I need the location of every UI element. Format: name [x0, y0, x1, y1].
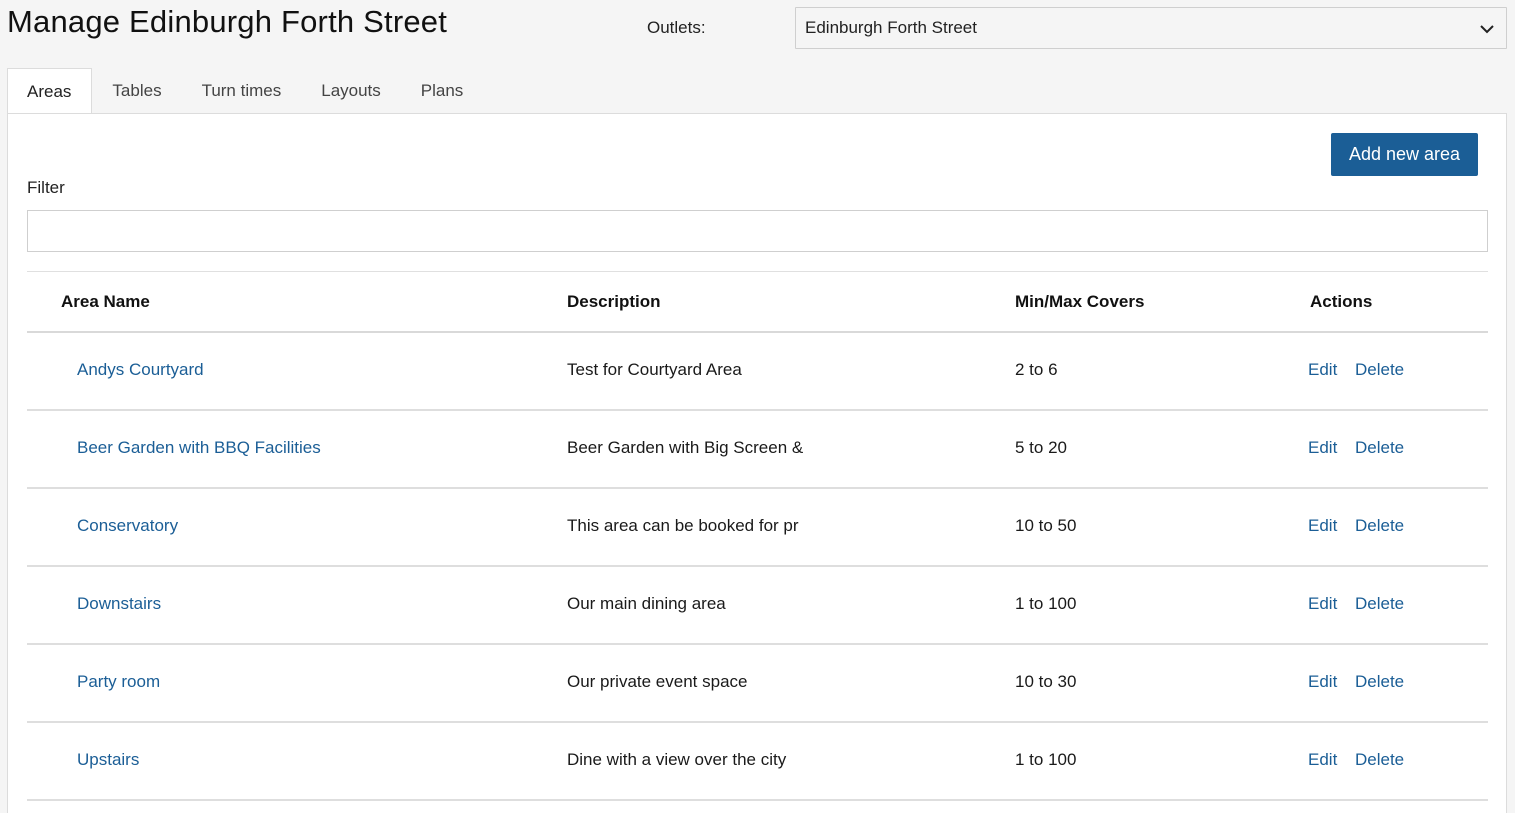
area-covers: 1 to 100: [1015, 750, 1077, 769]
delete-link[interactable]: Delete: [1355, 672, 1404, 692]
filter-label: Filter: [27, 178, 65, 197]
edit-link[interactable]: Edit: [1308, 750, 1337, 770]
outlets-label: Outlets:: [647, 18, 706, 37]
add-new-area-button[interactable]: Add new area: [1331, 133, 1478, 176]
tab-plans[interactable]: Plans: [401, 68, 484, 114]
tab-layouts[interactable]: Layouts: [301, 68, 401, 114]
outlet-select[interactable]: Edinburgh Forth Street: [795, 7, 1507, 49]
areas-table: Area Name Description Min/Max Covers Act…: [27, 271, 1488, 801]
area-name-link[interactable]: Downstairs: [77, 594, 161, 614]
tab-bar: Areas Tables Turn times Layouts Plans: [7, 68, 484, 115]
filter-input[interactable]: [27, 210, 1488, 252]
area-covers: 10 to 30: [1015, 672, 1077, 691]
delete-link[interactable]: Delete: [1355, 438, 1404, 458]
column-header-actions: Actions: [1310, 292, 1373, 311]
area-description: Our private event space: [567, 672, 748, 691]
delete-link[interactable]: Delete: [1355, 750, 1404, 770]
table-row: Conservatory This area can be booked for…: [27, 489, 1488, 567]
tab-areas[interactable]: Areas: [7, 68, 93, 115]
edit-link[interactable]: Edit: [1308, 360, 1337, 380]
column-header-covers: Min/Max Covers: [1015, 292, 1145, 311]
table-row: Beer Garden with BBQ Facilities Beer Gar…: [27, 411, 1488, 489]
tab-tables[interactable]: Tables: [92, 68, 181, 114]
page-header: Manage Edinburgh Forth Street Outlets: E…: [0, 0, 1515, 60]
area-covers: 2 to 6: [1015, 360, 1058, 379]
outlet-select-value: Edinburgh Forth Street: [805, 18, 977, 37]
page-title: Manage Edinburgh Forth Street: [7, 4, 448, 39]
area-description: This area can be booked for pr: [567, 516, 799, 535]
area-name-link[interactable]: Upstairs: [77, 750, 139, 770]
table-header: Area Name Description Min/Max Covers Act…: [27, 271, 1488, 333]
column-header-description: Description: [567, 292, 661, 311]
edit-link[interactable]: Edit: [1308, 438, 1337, 458]
area-name-link[interactable]: Beer Garden with BBQ Facilities: [77, 438, 321, 458]
table-row: Upstairs Dine with a view over the city …: [27, 723, 1488, 801]
tab-turn-times[interactable]: Turn times: [182, 68, 302, 114]
table-row: Andys Courtyard Test for Courtyard Area …: [27, 333, 1488, 411]
chevron-down-icon: [1480, 25, 1494, 34]
edit-link[interactable]: Edit: [1308, 672, 1337, 692]
edit-link[interactable]: Edit: [1308, 516, 1337, 536]
area-covers: 1 to 100: [1015, 594, 1077, 613]
table-row: Party room Our private event space 10 to…: [27, 645, 1488, 723]
area-name-link[interactable]: Conservatory: [77, 516, 178, 536]
table-row: Downstairs Our main dining area 1 to 100…: [27, 567, 1488, 645]
area-name-link[interactable]: Party room: [77, 672, 160, 692]
edit-link[interactable]: Edit: [1308, 594, 1337, 614]
area-description: Our main dining area: [567, 594, 726, 613]
delete-link[interactable]: Delete: [1355, 516, 1404, 536]
delete-link[interactable]: Delete: [1355, 594, 1404, 614]
column-header-area-name: Area Name: [61, 292, 150, 311]
area-covers: 5 to 20: [1015, 438, 1067, 457]
area-covers: 10 to 50: [1015, 516, 1077, 535]
area-description: Beer Garden with Big Screen &: [567, 438, 804, 457]
delete-link[interactable]: Delete: [1355, 360, 1404, 380]
area-name-link[interactable]: Andys Courtyard: [77, 360, 204, 380]
areas-panel: Add new area Filter Area Name Descriptio…: [7, 113, 1507, 813]
area-description: Dine with a view over the city: [567, 750, 787, 769]
area-description: Test for Courtyard Area: [567, 360, 742, 379]
